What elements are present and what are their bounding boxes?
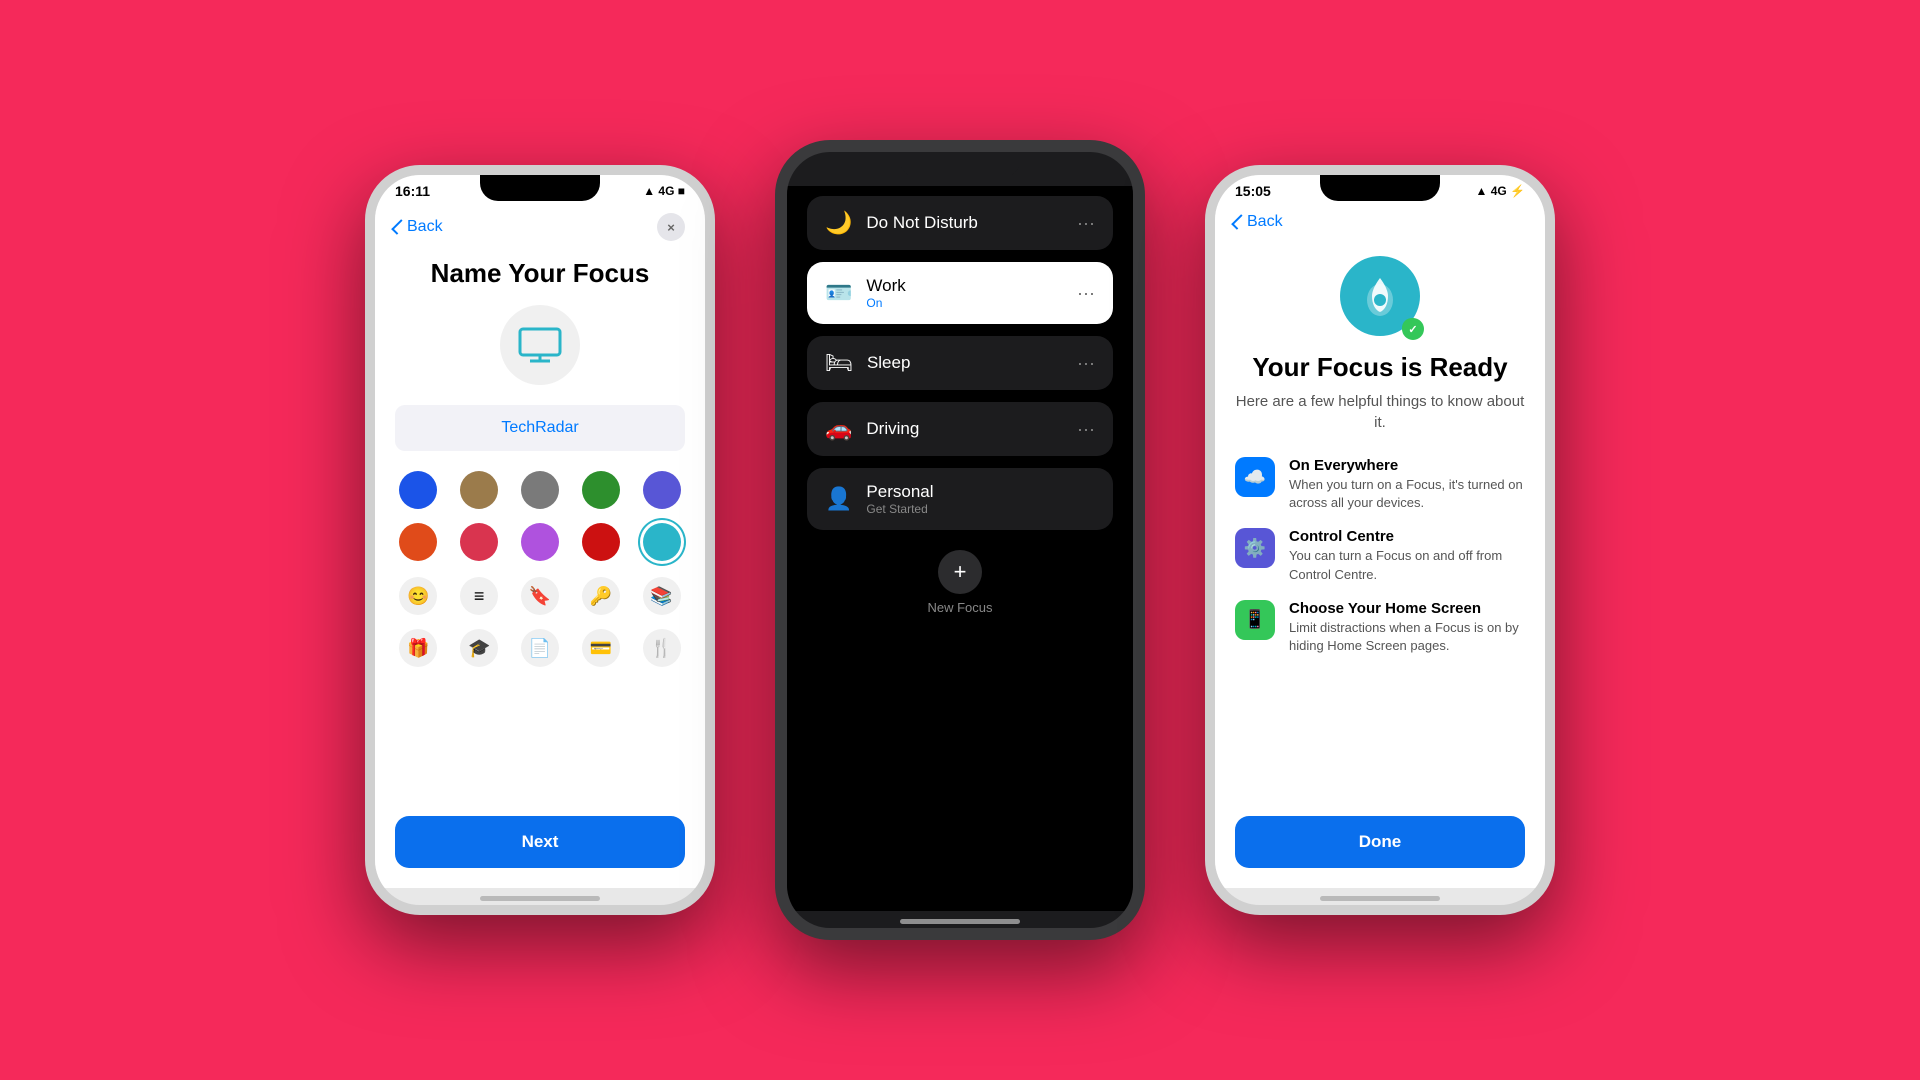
personal-icon: 👤 bbox=[825, 486, 852, 512]
everywhere-icon: ☁️ bbox=[1235, 457, 1275, 497]
focus-name-sleep: Sleep bbox=[867, 353, 910, 373]
info-item-control: ⚙️ Control Centre You can turn a Focus o… bbox=[1235, 528, 1525, 583]
homescreen-icon: 📱 bbox=[1235, 600, 1275, 640]
color-blue[interactable] bbox=[399, 471, 437, 509]
focus-name-work: Work bbox=[866, 276, 905, 296]
phone-2: 🌙 Do Not Disturb ··· 🪪 Work On ··· 🛏 bbox=[775, 140, 1145, 940]
status-icons-1: ▲ 4G ■ bbox=[643, 184, 685, 198]
info-item-everywhere: ☁️ On Everywhere When you turn on a Focu… bbox=[1235, 457, 1525, 512]
icon-card[interactable]: 💳 bbox=[582, 629, 620, 667]
notch-1 bbox=[480, 175, 600, 201]
chevron-left-icon bbox=[391, 219, 407, 235]
color-teal[interactable] bbox=[643, 523, 681, 561]
focus-name-dnd: Do Not Disturb bbox=[866, 213, 977, 233]
focus-item-do-not-disturb[interactable]: 🌙 Do Not Disturb ··· bbox=[807, 196, 1113, 250]
control-desc: You can turn a Focus on and off from Con… bbox=[1289, 547, 1525, 583]
color-grid bbox=[395, 471, 685, 561]
focus-item-personal[interactable]: 👤 Personal Get Started ··· bbox=[807, 468, 1113, 530]
color-tan[interactable] bbox=[460, 471, 498, 509]
focus-name-driving: Driving bbox=[866, 419, 919, 439]
icon-grid: 😊 ≡ 🔖 🔑 📚 🎁 🎓 📄 💳 🍴 bbox=[395, 577, 685, 667]
phone2-screen: 🌙 Do Not Disturb ··· 🪪 Work On ··· 🛏 bbox=[787, 186, 1133, 911]
nav-bar-1: Back × bbox=[395, 203, 685, 246]
add-focus-button[interactable]: + bbox=[938, 550, 982, 594]
color-red[interactable] bbox=[582, 523, 620, 561]
icon-grad[interactable]: 🎓 bbox=[460, 629, 498, 667]
focus-item-work[interactable]: 🪪 Work On ··· bbox=[807, 262, 1113, 324]
sleep-icon: 🛏 bbox=[825, 350, 853, 376]
ready-subtitle: Here are a few helpful things to know ab… bbox=[1235, 391, 1525, 433]
phone1-screen: Back × Name Your Focus TechRadar bbox=[375, 203, 705, 888]
icon-list[interactable]: ≡ bbox=[460, 577, 498, 615]
color-orange[interactable] bbox=[399, 523, 437, 561]
focus-item-driving[interactable]: 🚗 Driving ··· bbox=[807, 402, 1113, 456]
phone3-screen: Back ✓ Your Focus is Ready Here are a fe… bbox=[1215, 203, 1545, 888]
icon-emoji[interactable]: 😊 bbox=[399, 577, 437, 615]
add-focus-area: + New Focus bbox=[807, 550, 1113, 615]
back-button-1[interactable]: Back bbox=[395, 218, 443, 236]
icon-bookmark[interactable]: 🔖 bbox=[521, 577, 559, 615]
homescreen-title: Choose Your Home Screen bbox=[1289, 600, 1525, 617]
focus-sub-personal: Get Started bbox=[866, 502, 933, 516]
close-button-1[interactable]: × bbox=[657, 213, 685, 241]
notch-3 bbox=[1320, 175, 1440, 201]
focus-ready-icon: ✓ bbox=[1340, 256, 1420, 336]
homescreen-desc: Limit distractions when a Focus is on by… bbox=[1289, 619, 1525, 655]
focus-item-sleep[interactable]: 🛏 Sleep ··· bbox=[807, 336, 1113, 390]
monitor-icon bbox=[518, 327, 562, 363]
color-green[interactable] bbox=[582, 471, 620, 509]
nav-bar-3: Back bbox=[1235, 203, 1525, 236]
home-indicator-3 bbox=[1320, 896, 1440, 901]
focus-icon-circle bbox=[500, 305, 580, 385]
back-label-1: Back bbox=[407, 218, 443, 236]
control-icon: ⚙️ bbox=[1235, 528, 1275, 568]
focus-name-personal: Personal bbox=[866, 482, 933, 502]
ready-title: Your Focus is Ready bbox=[1235, 352, 1525, 383]
everywhere-title: On Everywhere bbox=[1289, 457, 1525, 474]
dots-icon-driving[interactable]: ··· bbox=[1077, 419, 1095, 440]
dots-icon-work[interactable]: ··· bbox=[1077, 283, 1095, 304]
home-indicator-1 bbox=[480, 896, 600, 901]
new-focus-label: New Focus bbox=[927, 600, 992, 615]
icon-books[interactable]: 📚 bbox=[643, 577, 681, 615]
info-list: ☁️ On Everywhere When you turn on a Focu… bbox=[1235, 457, 1525, 655]
color-pink[interactable] bbox=[460, 523, 498, 561]
dots-icon-dnd[interactable]: ··· bbox=[1077, 213, 1095, 234]
checkmark-badge: ✓ bbox=[1402, 318, 1422, 338]
phone-1: 16:11 ▲ 4G ■ Back × Name Your Focus Tech… bbox=[365, 165, 715, 915]
back-button-3[interactable]: Back bbox=[1235, 213, 1283, 231]
icon-food[interactable]: 🍴 bbox=[643, 629, 681, 667]
focus-name-input[interactable]: TechRadar bbox=[395, 405, 685, 451]
everywhere-desc: When you turn on a Focus, it's turned on… bbox=[1289, 476, 1525, 512]
color-indigo[interactable] bbox=[643, 471, 681, 509]
icon-doc[interactable]: 📄 bbox=[521, 629, 559, 667]
home-indicator-2 bbox=[900, 919, 1020, 924]
done-button[interactable]: Done bbox=[1235, 816, 1525, 868]
color-gray[interactable] bbox=[521, 471, 559, 509]
flame-icon bbox=[1358, 274, 1402, 318]
icon-key[interactable]: 🔑 bbox=[582, 577, 620, 615]
next-button[interactable]: Next bbox=[395, 816, 685, 868]
dots-icon-sleep[interactable]: ··· bbox=[1077, 353, 1095, 374]
focus-title-1: Name Your Focus bbox=[395, 258, 685, 289]
phone-3: 15:05 ▲ 4G ⚡ Back ✓ Your Focus is Ready … bbox=[1205, 165, 1555, 915]
icon-gift[interactable]: 🎁 bbox=[399, 629, 437, 667]
status-time-1: 16:11 bbox=[395, 183, 430, 199]
status-time-3: 15:05 bbox=[1235, 183, 1271, 199]
focus-sub-work: On bbox=[866, 296, 905, 310]
moon-icon: 🌙 bbox=[825, 210, 852, 236]
driving-icon: 🚗 bbox=[825, 416, 852, 442]
work-icon: 🪪 bbox=[825, 280, 852, 306]
chevron-left-icon-3 bbox=[1231, 214, 1247, 230]
info-item-homescreen: 📱 Choose Your Home Screen Limit distract… bbox=[1235, 600, 1525, 655]
color-purple[interactable] bbox=[521, 523, 559, 561]
status-icons-3: ▲ 4G ⚡ bbox=[1476, 184, 1526, 198]
notch-2 bbox=[900, 152, 1020, 178]
control-title: Control Centre bbox=[1289, 528, 1525, 545]
back-label-3: Back bbox=[1247, 213, 1283, 231]
